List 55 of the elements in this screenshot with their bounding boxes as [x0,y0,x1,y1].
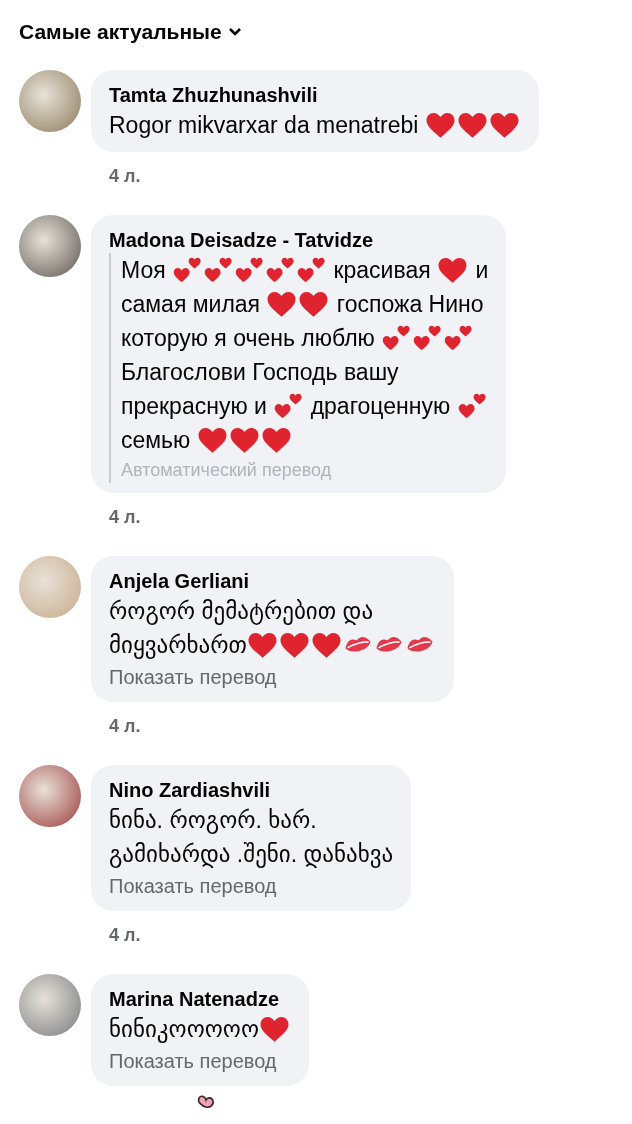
comment-time: 4 л. [109,716,142,737]
heart-reaction-icon[interactable] [196,1094,216,1110]
author-name[interactable]: Tamta Zhuzhunashvili [109,82,521,108]
sort-dropdown[interactable]: Самые актуальные [19,20,242,44]
author-name[interactable]: Anjela Gerliani [109,568,437,594]
heart-icon [196,426,228,454]
comment-text: драгоценную [309,392,452,420]
heart-icon [228,426,260,454]
comment-time: 4 л. [109,925,142,946]
author-name[interactable]: Madona Deisadze - Tatvidze [109,227,489,253]
show-translation-link[interactable]: Показать перевод [109,871,277,901]
comment-text: которую я очень люблю [121,324,376,352]
comment-text: семью [121,426,192,454]
comment-text: госпожа Нино [335,290,484,318]
two-hearts-icon [296,256,327,284]
show-translation-link[interactable]: Показать перевод [109,1046,277,1076]
two-hearts-icon [172,256,203,284]
comment-text: самая милая [121,290,262,318]
heart-icon [424,111,456,139]
two-hearts-icon [234,256,265,284]
comment-text: ნინა. როგორ. ხარ. [109,806,317,834]
heart-icon [279,631,311,659]
show-translation-link[interactable]: Показать перевод [109,662,277,692]
two-hearts-icon [265,256,296,284]
auto-translation-label: Автоматический перевод [121,459,333,482]
two-hearts-icon [456,392,487,420]
author-name[interactable]: Marina Natenadze [109,986,291,1012]
heart-icon [259,1015,290,1043]
two-hearts-icon [443,324,474,352]
two-hearts-icon [273,392,304,420]
heart-icon [456,111,488,139]
two-hearts-icon [203,256,234,284]
heart-icon [260,426,292,454]
comment-text: ნინიკოოოოო [109,1015,259,1043]
heart-icon [437,256,469,284]
heart-icon [311,631,343,659]
heart-icon [266,290,298,318]
comment-text: Благослови Господь вашу [121,358,399,386]
comment-text: მიყვარხართ [109,631,248,659]
comment-time: 4 л. [109,507,142,528]
heart-icon [247,631,279,659]
comment-text: როგორ მემატრებით და [109,597,374,625]
comment-text: გამიხარდა .შენი. დანახვა [109,840,394,868]
two-hearts-icon [412,324,443,352]
comment-text: Rogor mikvarxar da menatrebi [109,111,420,139]
chevron-down-icon [227,27,242,37]
comment-text: прекрасную и [121,392,268,420]
two-hearts-icon [381,324,412,352]
heart-icon [298,290,330,318]
author-name[interactable]: Nino Zardiashvili [109,777,394,803]
comment-text: Моя [121,256,167,284]
comment-text: красивая [332,256,432,284]
heart-icon [488,111,520,139]
comment-time: 4 л. [109,166,142,187]
comment-text: и [474,256,489,284]
